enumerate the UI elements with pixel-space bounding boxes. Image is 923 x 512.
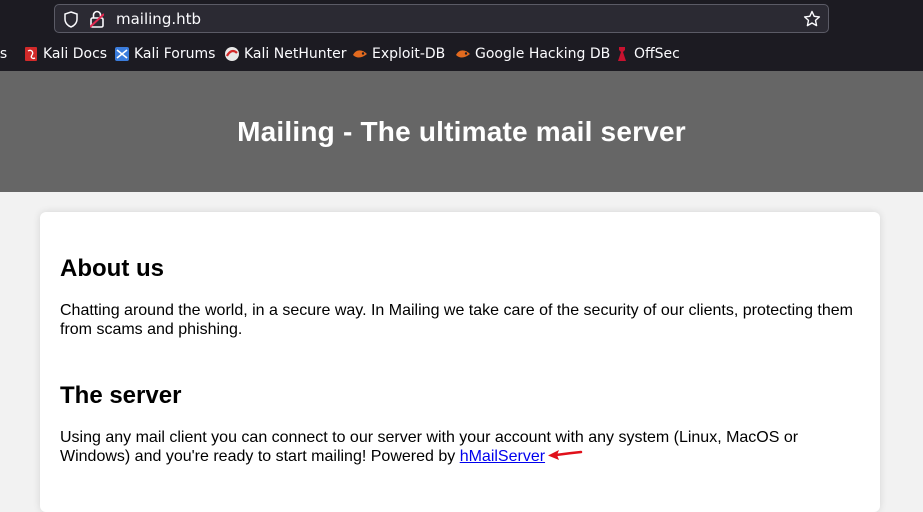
about-heading: About us: [60, 255, 164, 282]
bookmark-kali-forums[interactable]: Kali Forums: [114, 42, 215, 66]
bookmark-star-icon[interactable]: [803, 10, 821, 28]
browser-toolbar: mailing.htb ls Kali Docs Kali Forums: [0, 0, 923, 71]
bookmark-label: Kali NetHunter: [244, 46, 347, 62]
bookmark-label: Kali Forums: [134, 46, 216, 62]
address-bar[interactable]: mailing.htb: [54, 4, 829, 33]
web-page: Mailing - The ultimate mail server About…: [0, 71, 923, 512]
exploit-db-icon: [353, 50, 367, 58]
google-hacking-db-icon: [456, 50, 470, 58]
bookmark-exploit-db[interactable]: Exploit-DB: [352, 42, 445, 66]
kali-nethunter-icon: [225, 47, 239, 61]
bookmark-label: ls: [0, 46, 8, 62]
about-text: Chatting around the world, in a secure w…: [60, 302, 853, 338]
insecure-lock-icon[interactable]: [90, 10, 104, 28]
annotation-arrow-icon: [548, 450, 583, 460]
bookmark-truncated[interactable]: ls: [0, 42, 7, 66]
bookmarks-toolbar: ls Kali Docs Kali Forums Kali NetHunter: [0, 42, 923, 66]
tracking-protection-shield-icon[interactable]: [63, 11, 79, 28]
offsec-icon: [618, 47, 626, 61]
hmailserver-link[interactable]: hMailServer: [460, 448, 545, 465]
content-card: About us Chatting around the world, in a…: [40, 212, 880, 512]
bookmark-offsec[interactable]: OffSec: [614, 42, 680, 66]
kali-docs-icon: [25, 47, 37, 61]
bookmark-label: OffSec: [634, 46, 680, 62]
server-text-body: Using any mail client you can connect to…: [60, 429, 799, 465]
server-text: Using any mail client you can connect to…: [60, 428, 860, 466]
bookmark-kali-nethunter[interactable]: Kali NetHunter: [224, 42, 346, 66]
kali-forums-icon: [115, 47, 129, 61]
bookmark-kali-docs[interactable]: Kali Docs: [23, 42, 107, 66]
bookmark-label: Kali Docs: [43, 46, 108, 62]
site-title: Mailing - The ultimate mail server: [237, 115, 686, 147]
bookmark-google-hacking-db[interactable]: Google Hacking DB: [455, 42, 610, 66]
server-heading: The server: [60, 382, 182, 409]
url-text[interactable]: mailing.htb: [116, 10, 201, 28]
header-banner: Mailing - The ultimate mail server: [0, 71, 923, 192]
bookmark-label: Google Hacking DB: [475, 46, 611, 62]
bookmark-label: Exploit-DB: [372, 46, 446, 62]
